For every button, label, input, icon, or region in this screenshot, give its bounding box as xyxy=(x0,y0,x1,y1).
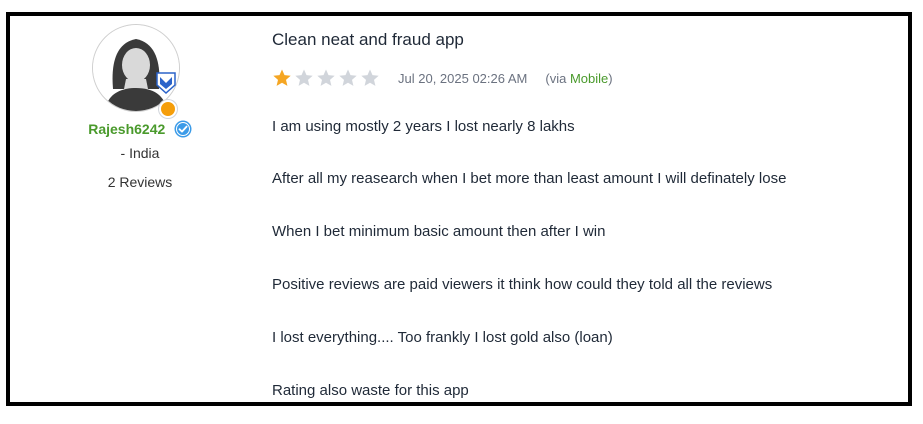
star-rating xyxy=(272,68,380,88)
star-filled-icon xyxy=(273,69,291,86)
status-badge-dot xyxy=(159,100,177,118)
star-empty-icon xyxy=(361,69,379,86)
review-date: Jul 20, 2025 02:26 AM xyxy=(398,70,528,86)
review-source: (via Mobile) xyxy=(545,71,612,86)
reviewer-country: - India xyxy=(120,145,160,161)
star-empty-icon xyxy=(317,69,335,86)
review-paragraph: Rating also waste for this app xyxy=(272,382,469,399)
review-card: Rajesh6242 - India 2 Reviews Clean neat … xyxy=(6,12,912,406)
username-row: Rajesh6242 xyxy=(74,120,206,138)
via-source-link[interactable]: Mobile xyxy=(570,71,608,86)
review-paragraph: Positive reviews are paid viewers it thi… xyxy=(272,276,773,293)
star-empty-icon xyxy=(295,69,313,86)
user-silhouette-icon xyxy=(93,25,179,111)
review-paragraph: I am using mostly 2 years I lost nearly … xyxy=(272,118,575,135)
via-suffix: ) xyxy=(608,70,613,86)
star-empty-icon xyxy=(339,69,357,86)
reviewer-username[interactable]: Rajesh6242 xyxy=(88,121,165,137)
avatar[interactable] xyxy=(92,24,180,112)
review-paragraph: After all my reasearch when I bet more t… xyxy=(272,170,787,187)
via-prefix: (via xyxy=(545,70,570,86)
member-shield-icon xyxy=(156,72,176,94)
reviewer-review-count[interactable]: 2 Reviews xyxy=(70,174,210,190)
review-paragraph: When I bet minimum basic amount then aft… xyxy=(272,223,606,240)
review-paragraph: I lost everything.... Too frankly I lost… xyxy=(272,329,613,346)
verified-check-icon xyxy=(174,120,192,138)
review-meta: Jul 20, 2025 02:26 AM (via Mobile) xyxy=(272,68,613,88)
review-title: Clean neat and fraud app xyxy=(272,30,464,49)
